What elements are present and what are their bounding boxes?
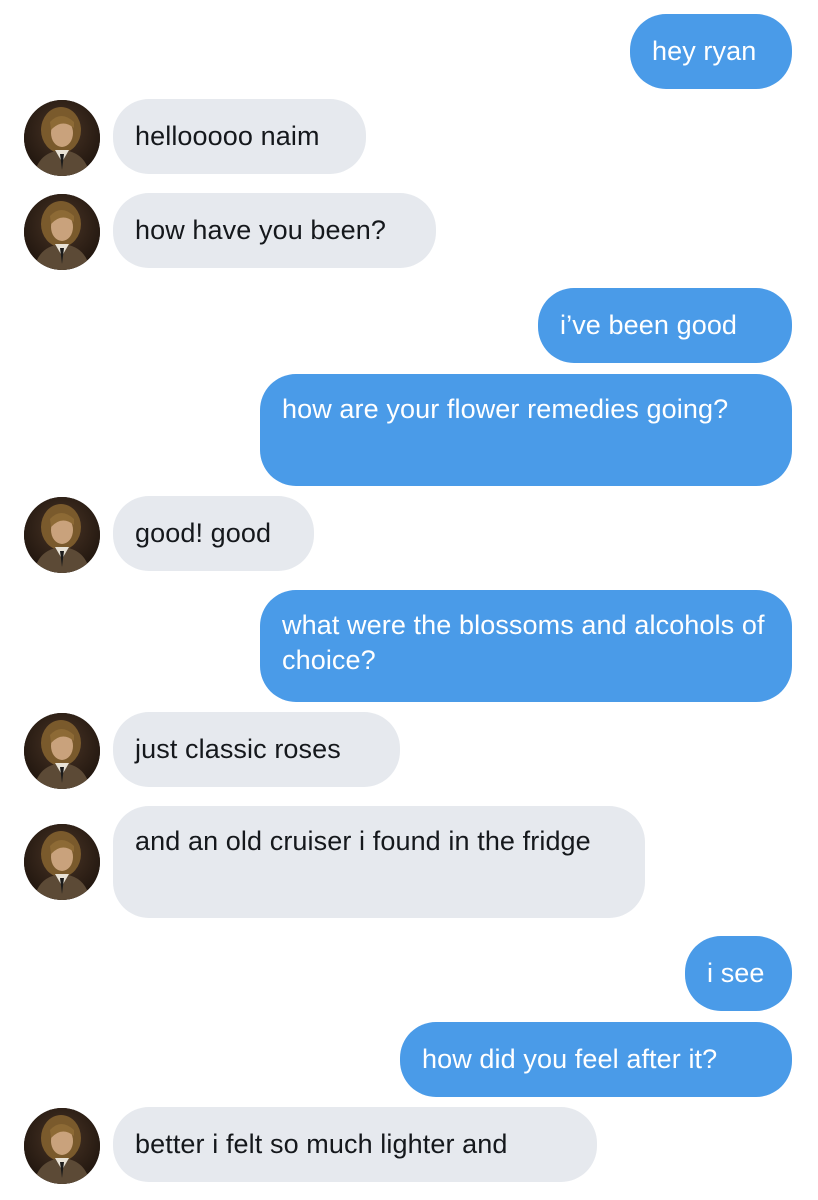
received-message-bubble[interactable]: good! good [113,496,314,571]
contact-avatar-icon[interactable] [24,100,100,176]
contact-avatar-icon[interactable] [24,194,100,270]
sent-message-bubble[interactable]: what were the blossoms and alcohols of c… [260,590,792,702]
contact-avatar-icon[interactable] [24,713,100,789]
contact-avatar-icon[interactable] [24,1108,100,1184]
received-message-bubble[interactable]: just classic roses [113,712,400,787]
sent-message-bubble[interactable]: hey ryan [630,14,792,89]
contact-avatar-icon[interactable] [24,824,100,900]
received-message-bubble[interactable]: how have you been? [113,193,436,268]
sent-message-bubble[interactable]: i see [685,936,792,1011]
received-message-bubble[interactable]: better i felt so much lighter and [113,1107,597,1182]
contact-avatar-icon[interactable] [24,497,100,573]
sent-message-bubble[interactable]: i’ve been good [538,288,792,363]
sent-message-bubble[interactable]: how did you feel after it? [400,1022,792,1097]
received-message-bubble[interactable]: hellooooo naim [113,99,366,174]
message-thread: hey ryan hellooooo naim how have you bee… [0,0,818,1200]
received-message-bubble[interactable]: and an old cruiser i found in the fridge [113,806,645,918]
sent-message-bubble[interactable]: how are your flower remedies going? [260,374,792,486]
